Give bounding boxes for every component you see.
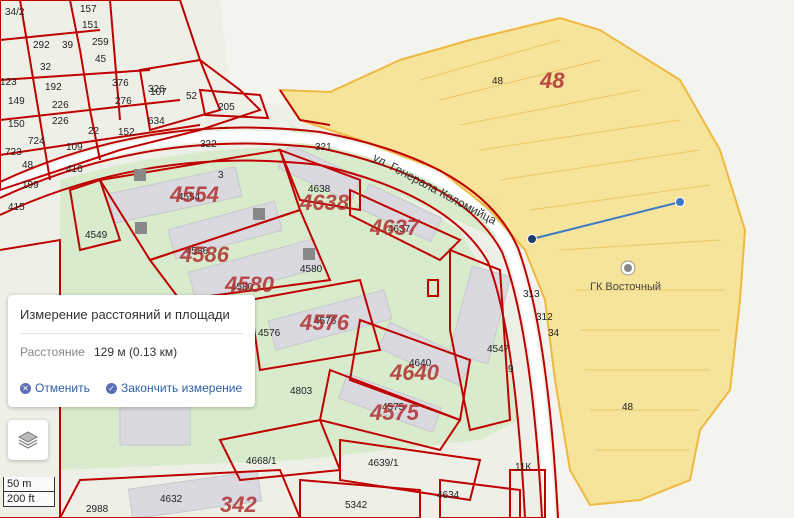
- parcel-number: 107: [150, 87, 167, 98]
- parcel-number: 199: [22, 180, 39, 191]
- parcel-number: 312: [536, 312, 553, 323]
- parcel-number: 151: [82, 20, 99, 31]
- parcel-number: 4580: [300, 264, 323, 275]
- parking-icon: [135, 222, 147, 234]
- parcel-number: 376: [112, 78, 129, 89]
- parcel-number: 4634: [437, 490, 460, 501]
- parcel-number: 48: [492, 76, 504, 87]
- parcel-number: 226: [52, 100, 69, 111]
- parcel-number: 415: [8, 202, 25, 213]
- parcel-number: 52: [186, 91, 198, 102]
- cancel-measurement-button[interactable]: ✕ Отменить: [20, 381, 90, 395]
- finish-label: Закончить измерение: [121, 381, 243, 395]
- parking-icon: [253, 208, 265, 220]
- measure-end-point[interactable]: [675, 197, 685, 207]
- big-parcel-label: 342: [220, 492, 257, 517]
- layers-button[interactable]: [8, 420, 48, 460]
- measurement-panel-title: Измерение расстояний и площади: [20, 307, 230, 322]
- distance-label: Расстояние: [20, 345, 85, 359]
- big-parcel-label: 4640: [389, 360, 440, 385]
- scale-bar: 50 m 200 ft: [3, 477, 55, 507]
- measure-start-point[interactable]: [527, 234, 537, 244]
- parcel-number: 4632: [160, 494, 183, 505]
- distance-value: 129 м (0.13 км): [94, 345, 178, 359]
- cadastral-map[interactable]: 34/2 157 151 292 39 259 32 45 376 326 12…: [0, 0, 794, 518]
- parcel-number: 416: [66, 164, 83, 175]
- big-parcel-label: 4576: [299, 310, 350, 335]
- parcel-number: 276: [115, 96, 132, 107]
- parcel-number: 259: [92, 37, 109, 48]
- parcel-number: 724: [28, 136, 45, 147]
- parcel-number: 4639/1: [368, 458, 399, 469]
- big-parcel-label: 4575: [369, 400, 420, 425]
- parcel-number: 192: [45, 82, 62, 93]
- parcel-number: 4547: [487, 344, 510, 355]
- check-icon: ✓: [106, 382, 117, 394]
- parcel-number: 22: [88, 126, 100, 137]
- parcel-number: 48: [622, 402, 634, 413]
- big-parcel-label: 4586: [179, 242, 230, 267]
- parcel-number: 226: [52, 116, 69, 127]
- parcel-number: 150: [8, 119, 25, 130]
- parcel-number: 4803: [290, 386, 313, 397]
- parcel-number: 157: [80, 4, 97, 15]
- parcel-number: 313: [523, 289, 540, 300]
- layers-icon: [17, 431, 39, 449]
- parcel-number: 322: [200, 139, 217, 150]
- parcel-number: 634: [148, 116, 165, 127]
- parcel-number: 4576: [258, 328, 281, 339]
- measurement-panel: Измерение расстояний и площади Расстояни…: [8, 295, 255, 407]
- parking-icon: [303, 248, 315, 260]
- big-parcel-label: 4554: [169, 182, 219, 207]
- finish-measurement-button[interactable]: ✓ Закончить измерение: [106, 381, 242, 395]
- parcel-number: 292: [33, 40, 50, 51]
- parcel-number: 4668/1: [246, 456, 277, 467]
- parcel-number: 34: [548, 328, 560, 339]
- parcel-number: 48: [22, 160, 34, 171]
- parking-icon: [134, 169, 146, 181]
- poi-label: ГК Восточный: [590, 281, 661, 293]
- cancel-label: Отменить: [35, 381, 90, 395]
- parcel-number: 45: [95, 54, 107, 65]
- parcel-number: 11К: [515, 462, 531, 473]
- parcel-number: 4549: [85, 230, 108, 241]
- scale-imperial: 200 ft: [3, 492, 55, 507]
- parcel-number: 109: [66, 142, 83, 153]
- parcel-number: 32: [40, 62, 52, 73]
- parcel-number: 723: [5, 147, 22, 158]
- parcel-number: 5342: [345, 500, 368, 511]
- big-parcel-label: 48: [539, 68, 565, 93]
- divider: [20, 333, 243, 334]
- parcel-number: 321: [315, 142, 332, 153]
- big-parcel-label: 4637: [369, 215, 421, 240]
- parcel-number: 205: [218, 102, 235, 113]
- parcel-number: 149: [8, 96, 25, 107]
- scale-metric: 50 m: [3, 477, 55, 492]
- parcel-number: 152: [118, 127, 135, 138]
- parcel-number: 39: [62, 40, 74, 51]
- big-parcel-label: 4638: [299, 190, 350, 215]
- parcel-number: 2988: [86, 504, 109, 515]
- parcel-number: 34/2: [5, 7, 25, 18]
- parcel-number: 9: [508, 364, 514, 375]
- close-icon: ✕: [20, 382, 31, 394]
- parcel-number: 3: [218, 170, 224, 181]
- big-parcel-label: 4580: [224, 272, 275, 297]
- parcel-number: 123: [0, 77, 17, 88]
